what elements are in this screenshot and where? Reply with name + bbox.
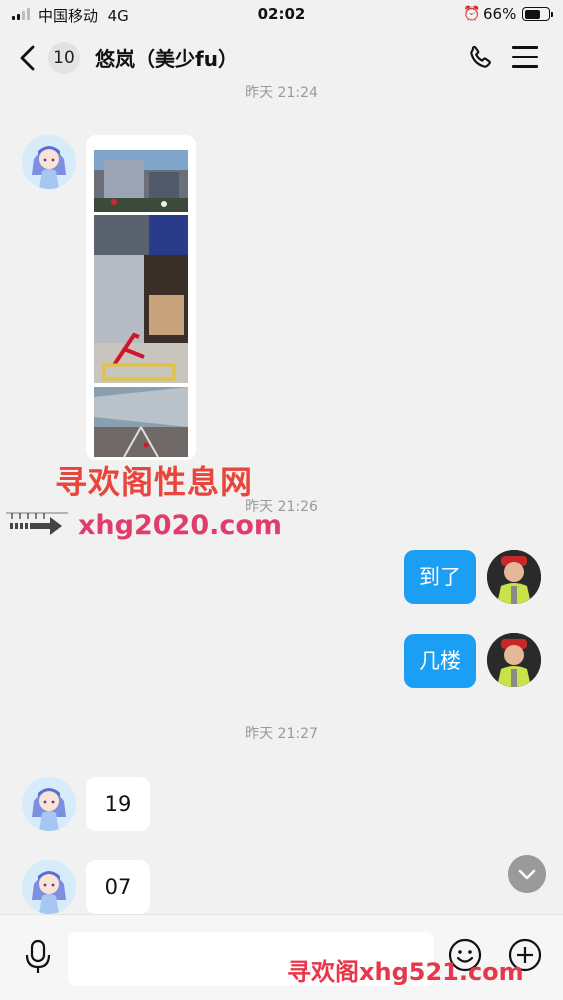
sent-message[interactable]: 到了 (404, 550, 476, 604)
anime-girl-avatar-image (22, 860, 76, 914)
my-avatar[interactable] (487, 633, 541, 687)
status-bar: 中国移动 4G 02:02 ⏰ 66% (0, 0, 563, 30)
chat-title: 悠岚（美少fu） (95, 47, 238, 71)
chat-header: 10 悠岚（美少fu） (0, 30, 563, 86)
anime-girl-avatar-image (22, 777, 76, 831)
unread-count-badge[interactable]: 10 (48, 42, 80, 74)
menu-icon[interactable] (512, 46, 538, 68)
mall-entrance-photo (94, 215, 188, 383)
image-message[interactable] (86, 135, 196, 460)
watermark-text: 寻欢阁xhg521.com (287, 958, 524, 986)
scroll-down-icon[interactable] (508, 855, 546, 893)
kid-in-vest-avatar-image (487, 550, 541, 604)
alarm-clock-icon: ⏰ (463, 6, 481, 22)
my-avatar[interactable] (487, 550, 541, 604)
walkway-photo (94, 387, 188, 457)
timestamp: 昨天 21:27 (245, 726, 318, 742)
received-message[interactable]: 19 (86, 777, 150, 831)
microphone-icon[interactable] (24, 939, 52, 975)
sent-message[interactable]: 几楼 (404, 634, 476, 688)
kid-in-vest-avatar-image (487, 633, 541, 687)
battery-percentage: 66% (483, 5, 517, 23)
contact-avatar[interactable] (22, 777, 76, 831)
anime-girl-avatar-image (22, 135, 76, 189)
battery-icon (522, 7, 553, 21)
received-message[interactable]: 07 (86, 860, 150, 914)
mall-exterior-photo (94, 150, 188, 212)
contact-avatar[interactable] (22, 135, 76, 189)
watermark-url: xhg2020.com (78, 510, 283, 541)
contact-avatar[interactable] (22, 860, 76, 914)
back-arrow-icon[interactable] (16, 44, 40, 72)
phone-icon[interactable] (465, 43, 495, 73)
timestamp: 昨天 21:24 (245, 85, 318, 101)
watermark-arrow-icon (6, 512, 68, 535)
